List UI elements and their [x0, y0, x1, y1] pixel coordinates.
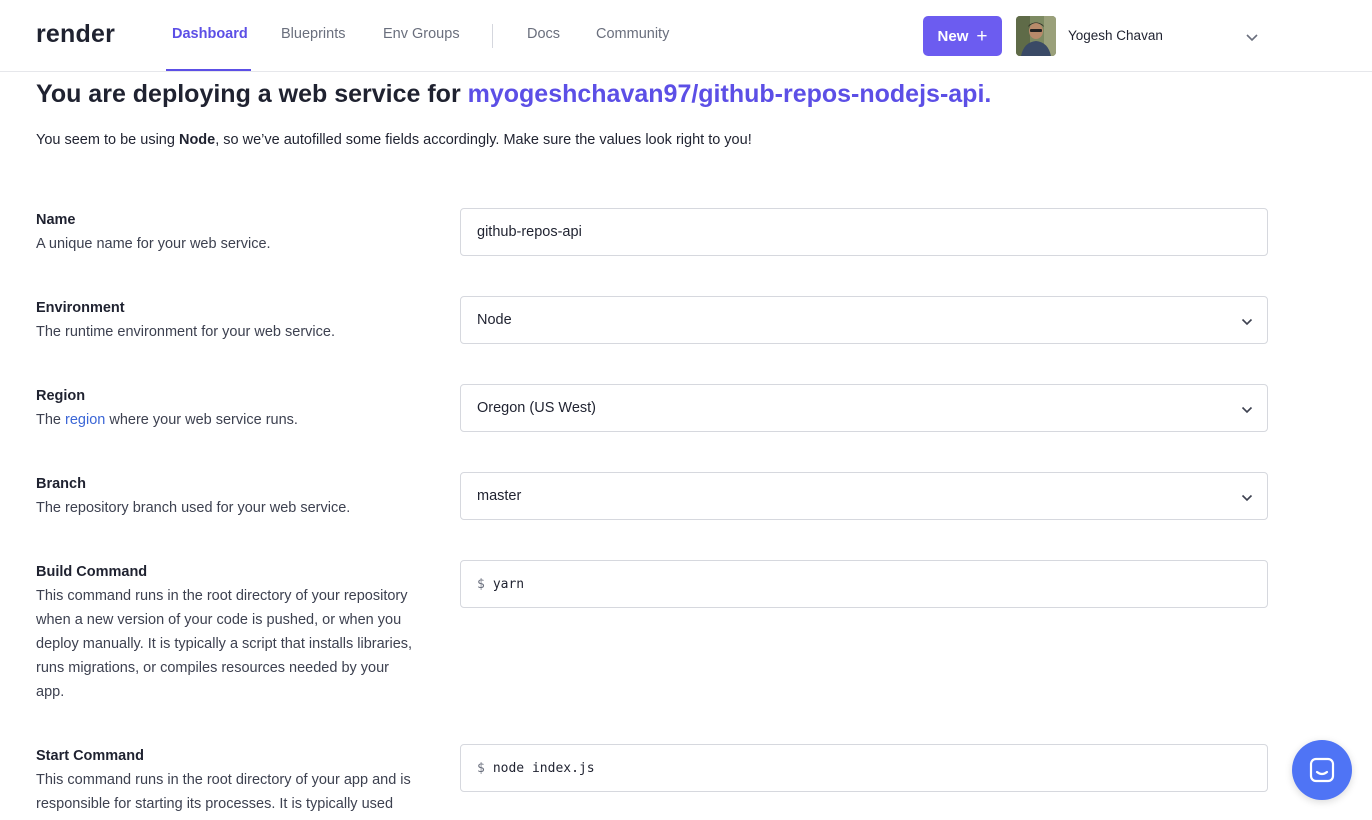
chevron-down-icon[interactable]: [1245, 30, 1259, 48]
avatar-image: [1016, 16, 1056, 56]
branch-select[interactable]: master: [460, 472, 1268, 520]
build-command-label: Build Command: [36, 564, 148, 580]
environment-description: The runtime environment for your web ser…: [36, 324, 335, 340]
start-command-label: Start Command: [36, 748, 144, 764]
name-input-value: github-repos-api: [477, 224, 582, 240]
region-select-value: Oregon (US West): [477, 400, 596, 416]
region-description-suffix: where your web service runs.: [105, 412, 298, 428]
environment-label: Environment: [36, 300, 125, 316]
region-description-prefix: The: [36, 412, 66, 428]
nav-community[interactable]: Community: [596, 26, 669, 42]
render-logo[interactable]: render: [36, 20, 115, 49]
nav-active-underline: [166, 69, 251, 71]
name-input[interactable]: github-repos-api: [460, 208, 1268, 256]
subtitle-prefix: You seem to be using: [36, 132, 179, 148]
build-command-value: yarn: [492, 576, 525, 592]
plus-icon: +: [976, 25, 988, 47]
branch-select-value: master: [477, 488, 522, 504]
nav-divider: [492, 24, 493, 48]
start-command-value: node index.js: [492, 760, 595, 776]
page-subtitle: You seem to be using Node, so we’ve auto…: [36, 132, 752, 148]
shell-prompt: $: [477, 760, 485, 776]
region-select[interactable]: Oregon (US West): [460, 384, 1268, 432]
repo-link[interactable]: myogeshchavan97/github-repos-nodejs-api.: [468, 80, 992, 108]
environment-select-value: Node: [477, 312, 512, 328]
region-label: Region: [36, 388, 86, 404]
chat-icon: [1309, 757, 1335, 783]
start-command-description: This command runs in the root directory …: [36, 772, 411, 812]
region-description: The region where your web service runs.: [36, 408, 420, 432]
chevron-down-icon: [1241, 491, 1253, 507]
top-navigation-bar: render Dashboard Blueprints Env Groups D…: [0, 0, 1372, 72]
subtitle-suffix: , so we’ve autofilled some fields accord…: [215, 132, 752, 148]
start-command-input[interactable]: $ node index.js: [460, 744, 1268, 792]
page-title: You are deploying a web service for myog…: [36, 80, 991, 109]
region-help-link[interactable]: region: [65, 412, 105, 428]
shell-prompt: $: [477, 576, 485, 592]
nav-dashboard[interactable]: Dashboard: [172, 26, 248, 42]
branch-label: Branch: [36, 476, 86, 492]
page-title-prefix: You are deploying a web service for: [36, 80, 468, 108]
build-command-description: This command runs in the root directory …: [36, 588, 413, 700]
subtitle-env: Node: [178, 132, 216, 148]
chevron-down-icon: [1241, 403, 1253, 419]
chat-button[interactable]: [1292, 740, 1352, 800]
build-command-input[interactable]: $ yarn: [460, 560, 1268, 608]
new-button[interactable]: New +: [923, 16, 1002, 56]
branch-description: The repository branch used for your web …: [36, 500, 351, 516]
name-description: A unique name for your web service.: [36, 236, 271, 252]
name-label: Name: [36, 212, 76, 228]
chevron-down-icon: [1241, 315, 1253, 331]
user-name[interactable]: Yogesh Chavan: [1068, 28, 1163, 43]
nav-docs[interactable]: Docs: [527, 26, 560, 42]
avatar[interactable]: [1016, 16, 1056, 56]
environment-select[interactable]: Node: [460, 296, 1268, 344]
nav-blueprints[interactable]: Blueprints: [281, 26, 345, 42]
new-button-label: New: [937, 27, 969, 45]
nav-env-groups[interactable]: Env Groups: [383, 26, 460, 42]
